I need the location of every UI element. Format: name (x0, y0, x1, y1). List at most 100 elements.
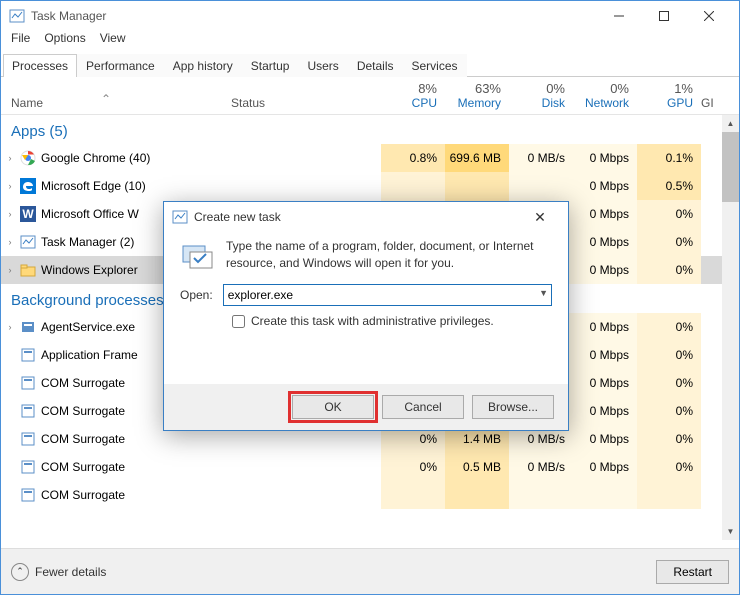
menu-view[interactable]: View (100, 31, 126, 51)
expand-icon[interactable]: › (1, 153, 19, 163)
process-name: Google Chrome (40) (37, 151, 231, 165)
header-gpu-engine[interactable]: GI (701, 96, 721, 110)
cell-network: 0 Mbps (573, 397, 637, 425)
tab-performance[interactable]: Performance (77, 54, 164, 77)
word-icon: W (19, 206, 37, 222)
process-row[interactable]: COM Surrogate (1, 481, 739, 509)
header-network[interactable]: 0%Network (573, 81, 637, 110)
tm-icon (19, 234, 37, 250)
header-gpu[interactable]: 1%GPU (637, 81, 701, 110)
cell-memory (445, 481, 509, 509)
app-icon (19, 431, 37, 447)
cell-gpu: 0% (637, 425, 701, 453)
cell-gpu: 0% (637, 369, 701, 397)
tabs: Processes Performance App history Startu… (1, 53, 739, 77)
cell-gpu: 0.5% (637, 172, 701, 200)
cell-cpu: 0% (381, 453, 445, 481)
cell-network: 0 Mbps (573, 453, 637, 481)
header-memory[interactable]: 63%Memory (445, 81, 509, 110)
open-combobox[interactable]: ▼ (223, 284, 552, 306)
cell-gpu: 0% (637, 341, 701, 369)
cell-network: 0 Mbps (573, 313, 637, 341)
scrollbar[interactable]: ▲ ▼ (722, 115, 739, 540)
header-status[interactable]: Status (231, 96, 381, 110)
svg-text:W: W (22, 207, 34, 221)
expand-icon[interactable]: › (1, 265, 19, 275)
header-network-pct: 0% (573, 81, 629, 96)
menu-options[interactable]: Options (44, 31, 85, 51)
cell-disk: 0 MB/s (509, 144, 573, 172)
header-disk-label: Disk (509, 96, 565, 110)
dialog-title: Create new task (194, 210, 520, 224)
browse-button[interactable]: Browse... (472, 395, 554, 419)
tab-processes[interactable]: Processes (3, 54, 77, 77)
cell-network (573, 481, 637, 509)
header-network-label: Network (573, 96, 629, 110)
expand-icon[interactable]: › (1, 209, 19, 219)
tab-app-history[interactable]: App history (164, 54, 242, 77)
close-button[interactable] (686, 2, 731, 30)
scroll-thumb[interactable] (722, 132, 739, 202)
process-name: COM Surrogate (37, 432, 231, 446)
header-gpu-label: GPU (637, 96, 693, 110)
footer: ⌃ Fewer details Restart (1, 548, 739, 594)
open-input[interactable] (223, 284, 552, 306)
task-manager-icon (9, 8, 25, 24)
process-row[interactable]: › Google Chrome (40) 0.8% 699.6 MB 0 MB/… (1, 144, 739, 172)
expand-icon[interactable]: › (1, 237, 19, 247)
dialog-titlebar: Create new task ✕ (164, 202, 568, 232)
header-name-label: Name (11, 96, 43, 110)
tab-services[interactable]: Services (403, 54, 467, 77)
expand-icon[interactable]: › (1, 322, 19, 332)
chevron-down-icon[interactable]: ▼ (539, 288, 548, 298)
header-cpu-pct: 8% (381, 81, 437, 96)
header-disk[interactable]: 0%Disk (509, 81, 573, 110)
cancel-button[interactable]: Cancel (382, 395, 464, 419)
header-name[interactable]: ⌃ Name (1, 96, 231, 110)
process-row[interactable]: COM Surrogate 0% 0.5 MB 0 MB/s 0 Mbps 0% (1, 453, 739, 481)
header-cpu[interactable]: 8%CPU (381, 81, 445, 110)
header-disk-pct: 0% (509, 81, 565, 96)
fewer-details-button[interactable]: ⌃ Fewer details (11, 563, 106, 581)
cell-network: 0 Mbps (573, 369, 637, 397)
chevron-up-icon: ⌃ (11, 563, 29, 581)
header-memory-label: Memory (445, 96, 501, 110)
explorer-icon (19, 262, 37, 278)
scroll-down-icon[interactable]: ▼ (722, 523, 739, 540)
cell-disk (509, 172, 573, 200)
menu-file[interactable]: File (11, 31, 30, 51)
cell-network: 0 Mbps (573, 200, 637, 228)
svc-icon (19, 319, 37, 335)
process-row[interactable]: › Microsoft Edge (10) 0 Mbps 0.5% (1, 172, 739, 200)
cell-memory: 699.6 MB (445, 144, 509, 172)
cell-memory: 0.5 MB (445, 453, 509, 481)
tab-users[interactable]: Users (298, 54, 347, 77)
ok-button[interactable]: OK (292, 395, 374, 419)
tab-details[interactable]: Details (348, 54, 403, 77)
app-icon (19, 487, 37, 503)
menubar: File Options View (1, 31, 739, 51)
cell-network: 0 Mbps (573, 341, 637, 369)
admin-checkbox[interactable] (232, 315, 245, 328)
restart-button[interactable]: Restart (656, 560, 729, 584)
scroll-up-icon[interactable]: ▲ (722, 115, 739, 132)
cell-disk: 0 MB/s (509, 453, 573, 481)
app-icon (19, 459, 37, 475)
app-icon (19, 375, 37, 391)
dialog-close-button[interactable]: ✕ (520, 203, 560, 231)
maximize-button[interactable] (641, 2, 686, 30)
cell-gpu: 0% (637, 256, 701, 284)
minimize-button[interactable] (596, 2, 641, 30)
cell-gpu: 0.1% (637, 144, 701, 172)
cell-network: 0 Mbps (573, 144, 637, 172)
edge-icon (19, 178, 37, 194)
header-gpu-pct: 1% (637, 81, 693, 96)
column-headers: ⌃ Name Status 8%CPU 63%Memory 0%Disk 0%N… (1, 77, 739, 115)
task-manager-icon (172, 209, 188, 225)
titlebar: Task Manager (1, 1, 739, 31)
cell-gpu: 0% (637, 397, 701, 425)
cell-gpu: 0% (637, 200, 701, 228)
expand-icon[interactable]: › (1, 181, 19, 191)
tab-startup[interactable]: Startup (242, 54, 299, 77)
cell-network: 0 Mbps (573, 172, 637, 200)
